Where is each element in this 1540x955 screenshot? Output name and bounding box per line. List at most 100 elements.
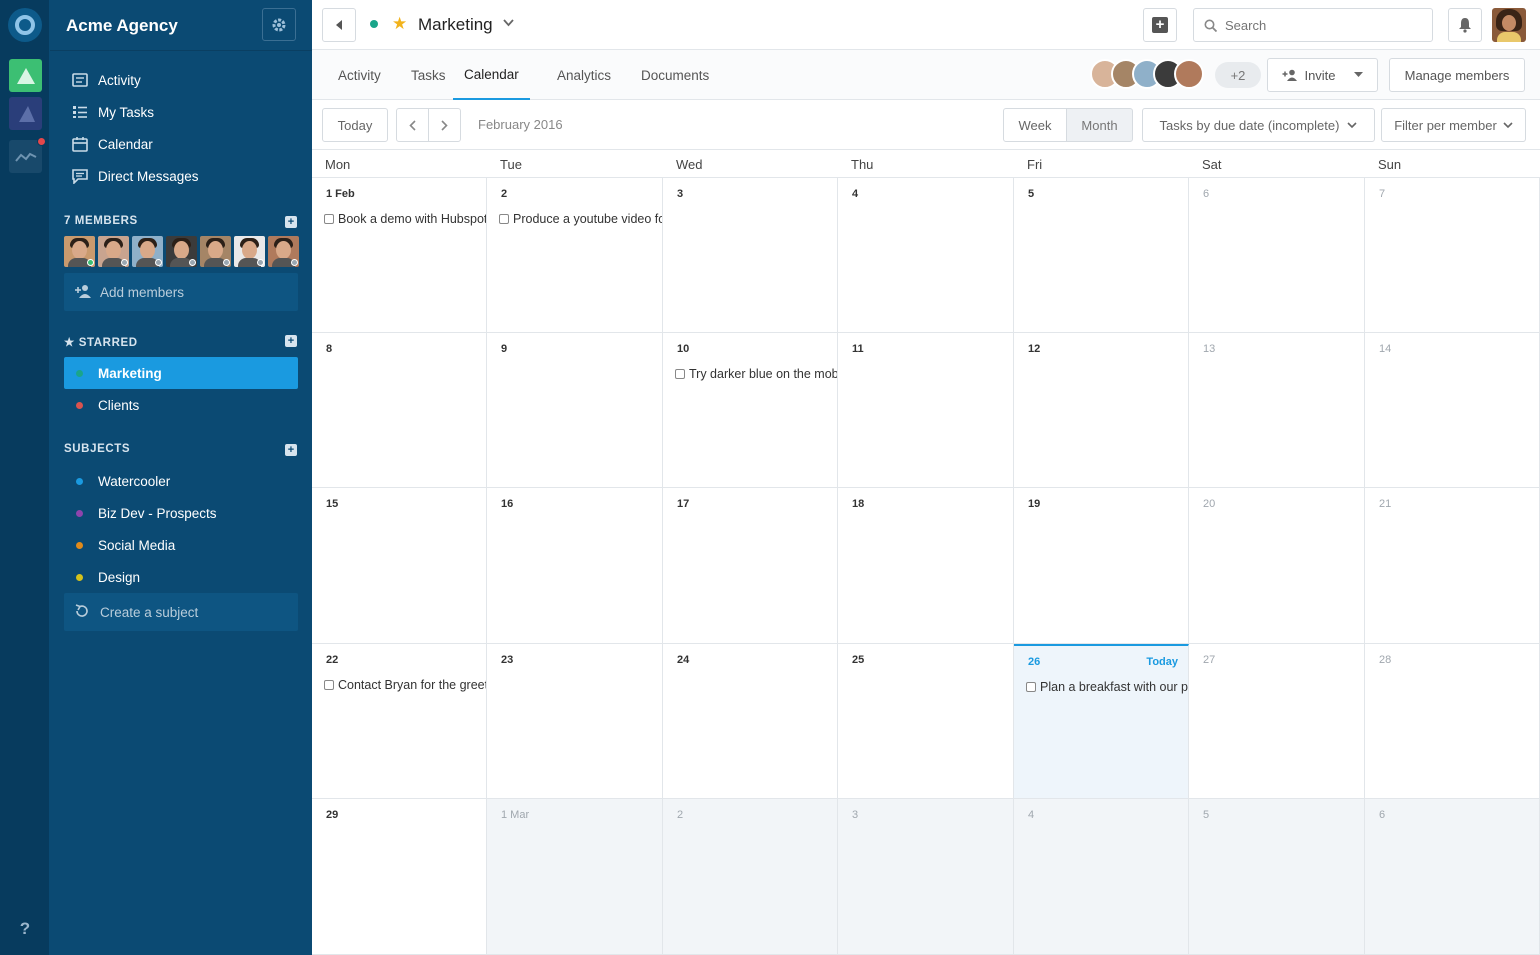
calendar-day[interactable]: 6 <box>1365 799 1540 955</box>
star-icon[interactable]: ★ <box>392 14 407 34</box>
create-subject-button[interactable]: Create a subject <box>64 593 298 631</box>
subject-social-media[interactable]: Social Media <box>64 529 298 561</box>
manage-members-button[interactable]: Manage members <box>1389 58 1525 92</box>
calendar-day[interactable]: 15 <box>312 488 487 644</box>
member-avatar[interactable] <box>98 236 129 267</box>
collapse-sidebar-button[interactable] <box>322 8 356 42</box>
calendar-day[interactable]: 17 <box>663 488 838 644</box>
today-button[interactable]: Today <box>322 108 388 142</box>
calendar-task[interactable]: Contact Bryan for the greetin <box>324 678 486 692</box>
tab-tasks[interactable]: Tasks <box>411 50 446 100</box>
calendar-day[interactable]: 24 <box>663 644 838 799</box>
tab-activity[interactable]: Activity <box>338 50 381 100</box>
calendar-day[interactable]: 26 Today Plan a breakfast with our pa <box>1014 644 1189 799</box>
calendar-day[interactable]: 28 <box>1365 644 1540 799</box>
member-avatar[interactable] <box>268 236 299 267</box>
task-checkbox[interactable] <box>1026 682 1036 692</box>
calendar-day[interactable]: 6 <box>1189 178 1365 333</box>
day-number: 16 <box>501 498 514 510</box>
next-month-button[interactable] <box>428 108 461 142</box>
search-box[interactable] <box>1193 8 1433 42</box>
member-avatar[interactable] <box>200 236 231 267</box>
tab-documents[interactable]: Documents <box>641 50 709 100</box>
calendar-day[interactable]: 3 <box>663 178 838 333</box>
calendar-day[interactable]: 11 <box>838 333 1014 488</box>
calendar-task[interactable]: Produce a youtube video for <box>499 212 662 226</box>
add-starred-icon[interactable]: + <box>285 335 297 347</box>
calendar-day[interactable]: 1 Mar <box>487 799 663 955</box>
calendar-day[interactable]: 25 <box>838 644 1014 799</box>
calendar-day[interactable]: 2 <box>663 799 838 955</box>
calendar-day[interactable]: 5 <box>1014 178 1189 333</box>
member-avatar[interactable] <box>166 236 197 267</box>
calendar-day[interactable]: 20 <box>1189 488 1365 644</box>
calendar-day[interactable]: 4 <box>838 178 1014 333</box>
calendar-day[interactable]: 2 Produce a youtube video for <box>487 178 663 333</box>
calendar-task[interactable]: Book a demo with Hubspot <box>324 212 486 226</box>
calendar-day[interactable]: 16 <box>487 488 663 644</box>
prev-month-button[interactable] <box>396 108 429 142</box>
calendar-day[interactable]: 10 Try darker blue on the mobil <box>663 333 838 488</box>
tab-calendar[interactable]: Calendar <box>453 50 530 100</box>
team-avatars[interactable] <box>1090 59 1204 89</box>
org-settings-button[interactable] <box>262 8 296 41</box>
subject-watercooler[interactable]: Watercooler <box>64 465 298 497</box>
add-member-icon[interactable]: + <box>285 216 297 228</box>
calendar-day[interactable]: 18 <box>838 488 1014 644</box>
add-members-button[interactable]: Add members <box>64 273 298 311</box>
chevron-down-icon[interactable] <box>503 16 514 30</box>
calendar-day[interactable]: 4 <box>1014 799 1189 955</box>
calendar-day[interactable]: 3 <box>838 799 1014 955</box>
calendar-day[interactable]: 14 <box>1365 333 1540 488</box>
nav-calendar[interactable]: Calendar <box>64 129 298 159</box>
subject-biz-dev[interactable]: Biz Dev - Prospects <box>64 497 298 529</box>
calendar-task[interactable]: Plan a breakfast with our pa <box>1026 680 1188 694</box>
member-avatar[interactable] <box>64 236 95 267</box>
calendar-day[interactable]: 21 <box>1365 488 1540 644</box>
add-subject-icon[interactable]: + <box>285 444 297 456</box>
calendar-day[interactable]: 29 <box>312 799 487 955</box>
invite-button[interactable]: Invite <box>1267 58 1378 92</box>
calendar-day[interactable]: 27 <box>1189 644 1365 799</box>
calendar-day[interactable]: 1 Feb Book a demo with Hubspot <box>312 178 487 333</box>
calendar-day[interactable]: 9 <box>487 333 663 488</box>
channel-marketing[interactable]: Marketing <box>64 357 298 389</box>
calendar-task[interactable]: Try darker blue on the mobil <box>675 367 837 381</box>
channel-clients[interactable]: Clients <box>64 389 298 421</box>
nav-direct-messages[interactable]: Direct Messages <box>64 161 298 191</box>
task-checkbox[interactable] <box>499 214 509 224</box>
app-logo[interactable] <box>8 8 42 42</box>
nav-my-tasks[interactable]: My Tasks <box>64 97 298 127</box>
search-input[interactable] <box>1225 17 1415 33</box>
month-view-button[interactable]: Month <box>1066 108 1133 142</box>
nav-activity[interactable]: Activity <box>64 65 298 95</box>
calendar-day[interactable]: 19 <box>1014 488 1189 644</box>
task-checkbox[interactable] <box>675 369 685 379</box>
workspace-2[interactable] <box>9 97 42 130</box>
calendar-day[interactable]: 22 Contact Bryan for the greetin <box>312 644 487 799</box>
calendar-day[interactable]: 12 <box>1014 333 1189 488</box>
member-avatars <box>64 236 302 267</box>
task-checkbox[interactable] <box>324 214 334 224</box>
add-button[interactable]: + <box>1143 8 1177 42</box>
notifications-button[interactable] <box>1448 8 1482 42</box>
calendar-day[interactable]: 8 <box>312 333 487 488</box>
workspace-3[interactable] <box>9 137 46 173</box>
subject-design[interactable]: Design <box>64 561 298 593</box>
help-button[interactable]: ? <box>0 919 50 939</box>
task-checkbox[interactable] <box>324 680 334 690</box>
tab-analytics[interactable]: Analytics <box>557 50 611 100</box>
member-avatar[interactable] <box>234 236 265 267</box>
calendar-day[interactable]: 13 <box>1189 333 1365 488</box>
workspace-acme[interactable] <box>9 59 42 92</box>
avatar[interactable] <box>1174 59 1204 89</box>
week-view-button[interactable]: Week <box>1003 108 1067 142</box>
calendar-day[interactable]: 7 <box>1365 178 1540 333</box>
more-members-badge[interactable]: +2 <box>1215 62 1261 88</box>
member-avatar[interactable] <box>132 236 163 267</box>
sort-dropdown[interactable]: Tasks by due date (incomplete) <box>1142 108 1375 142</box>
member-filter-dropdown[interactable]: Filter per member <box>1381 108 1526 142</box>
user-avatar[interactable] <box>1492 8 1526 42</box>
calendar-day[interactable]: 23 <box>487 644 663 799</box>
calendar-day[interactable]: 5 <box>1189 799 1365 955</box>
